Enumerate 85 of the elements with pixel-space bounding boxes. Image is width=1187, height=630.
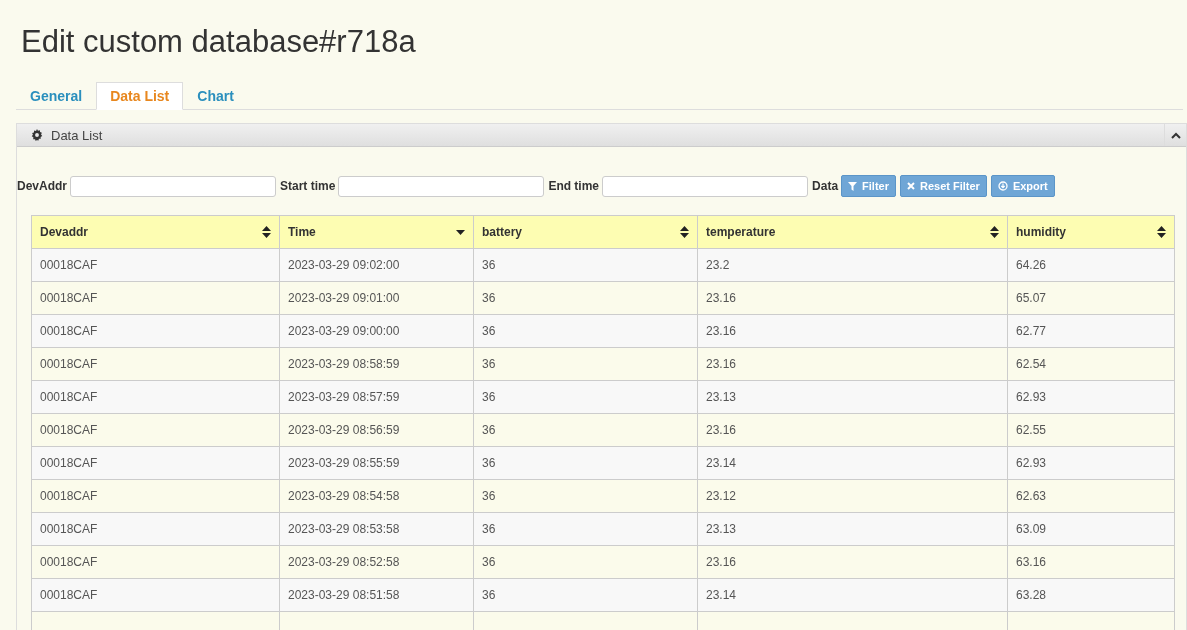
table-cell: 62.93	[1007, 446, 1175, 480]
table-cell: 36	[473, 413, 698, 447]
column-header[interactable]: humidity	[1007, 215, 1175, 249]
table-cell: 62.63	[1007, 479, 1175, 513]
input-field[interactable]	[602, 175, 809, 197]
filter-label: DevAddr	[17, 179, 67, 193]
table-cell: 63.09	[1007, 512, 1175, 546]
sort-icon	[262, 226, 271, 238]
sort-icon	[990, 226, 999, 238]
sort-icon	[680, 226, 689, 238]
table-cell: 62.93	[1007, 380, 1175, 414]
table-cell: 62.54	[1007, 347, 1175, 381]
table-cell: 2023-03-29 08:57:59	[279, 380, 474, 414]
table-cell: 63.16	[1007, 545, 1175, 579]
gear-icon	[31, 129, 43, 141]
sort-icon	[1157, 226, 1166, 238]
reset-filter-button[interactable]: Reset Filter	[899, 175, 987, 197]
table-cell: 00018CAF	[31, 347, 280, 381]
filter-icon	[848, 181, 858, 191]
table-cell: 2023-03-29 08:55:59	[279, 446, 474, 480]
filter-button[interactable]: Filter	[841, 175, 896, 197]
filter-label: Data	[812, 179, 839, 193]
column-header[interactable]: battery	[473, 215, 698, 249]
table-cell: 00018CAF	[31, 314, 280, 348]
table-cell: 00018CAF	[31, 281, 280, 315]
export-button[interactable]: Export	[990, 175, 1055, 197]
table-cell: 00018CAF	[31, 380, 280, 414]
table-cell: 00018CAF	[31, 512, 280, 546]
table-cell: 00018CAF	[31, 446, 280, 480]
filter-label: End time	[548, 179, 600, 193]
table-cell: 23.12	[697, 479, 1008, 513]
table-cell: 36	[473, 314, 698, 348]
input-field[interactable]	[338, 175, 545, 197]
table-cell: 23.16	[697, 347, 1008, 381]
table-cell: 23.13	[697, 380, 1008, 414]
filter-label: Start time	[280, 179, 336, 193]
table-cell: 2023-03-29 08:54:58	[279, 479, 474, 513]
table-cell: 36	[473, 248, 698, 282]
table-cell: 23.16	[697, 314, 1008, 348]
table-cell: 36	[473, 281, 698, 315]
close-icon	[906, 182, 915, 190]
table-cell: 23.13	[697, 512, 1008, 546]
column-header[interactable]: Devaddr	[31, 215, 280, 249]
table-cell: 2023-03-29 08:56:59	[279, 413, 474, 447]
table-cell: 23.14	[697, 446, 1008, 480]
table-cell: 2023-03-29 08:58:59	[279, 347, 474, 381]
table-cell: 23.16	[697, 413, 1008, 447]
column-header[interactable]: Time	[279, 215, 474, 249]
table-cell: 00018CAF	[31, 545, 280, 579]
table-cell: 64.26	[1007, 248, 1175, 282]
table-cell: 36	[473, 380, 698, 414]
input-field[interactable]	[70, 175, 276, 197]
table-cell: 36	[473, 545, 698, 579]
table-cell: 62.77	[1007, 314, 1175, 348]
tab[interactable]: Chart	[183, 82, 248, 110]
table-cell: 36	[473, 512, 698, 546]
table-cell: 2023-03-29 08:52:58	[279, 545, 474, 579]
table-cell: 23.16	[697, 281, 1008, 315]
table-cell: 00018CAF	[31, 479, 280, 513]
table-cell: 2023-03-29 09:00:00	[279, 314, 474, 348]
panel-title: Data List	[51, 127, 104, 143]
table-cell: 2023-03-29 08:53:58	[279, 512, 474, 546]
table-cell: 62.55	[1007, 413, 1175, 447]
table-cell: 23.16	[697, 545, 1008, 579]
table-cell: 2023-03-29 09:01:00	[279, 281, 474, 315]
table-cell: 36	[473, 347, 698, 381]
table-cell: 36	[473, 446, 698, 480]
sort-descending-icon	[456, 229, 465, 235]
table-cell: 00018CAF	[31, 248, 280, 282]
chevron-icon	[1170, 131, 1181, 139]
table-cell: 00018CAF	[31, 413, 280, 447]
table-cell: 23.2	[697, 248, 1008, 282]
tab[interactable]: General	[16, 82, 97, 110]
table-cell: 36	[473, 578, 698, 612]
table-cell: 2023-03-29 08:51:58	[279, 578, 474, 612]
table-cell: 23.14	[697, 578, 1008, 612]
column-header[interactable]: temperature	[697, 215, 1008, 249]
table-cell: 00018CAF	[31, 578, 280, 612]
table-cell: 63.28	[1007, 578, 1175, 612]
table-cell: 36	[473, 479, 698, 513]
tab[interactable]: Data List	[96, 82, 184, 110]
table-cell: 2023-03-29 09:02:00	[279, 248, 474, 282]
table-cell: 65.07	[1007, 281, 1175, 315]
page-title: Edit custom database#r718a	[21, 24, 417, 60]
download-circle-icon	[997, 181, 1008, 191]
